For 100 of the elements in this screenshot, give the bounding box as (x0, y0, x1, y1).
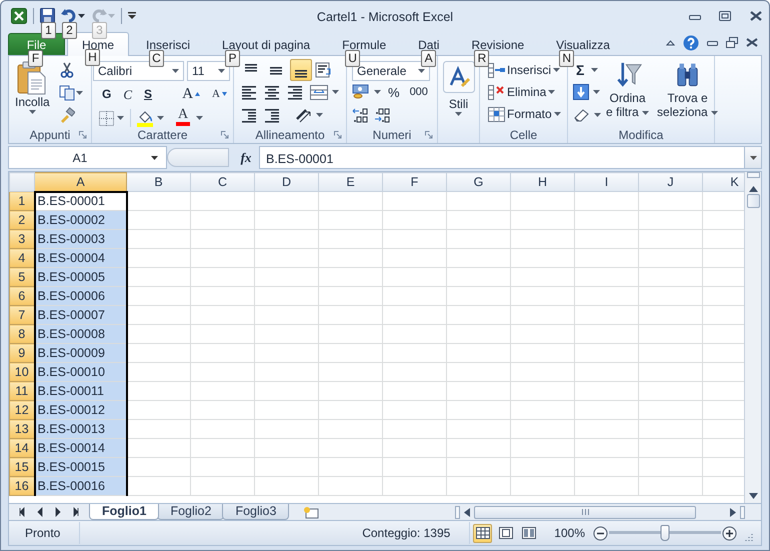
row-header[interactable]: 16 (10, 476, 34, 496)
collapse-ribbon-icon[interactable] (666, 40, 675, 46)
merge-cells-icon[interactable] (310, 84, 328, 100)
split-handle-icon[interactable] (740, 506, 745, 518)
wrap-text-icon[interactable] (315, 62, 332, 78)
table-cell[interactable]: B.ES-00004 (34, 248, 126, 268)
restore-icon[interactable] (726, 37, 738, 48)
save-icon[interactable] (40, 8, 55, 23)
insert-function-button[interactable]: fx (235, 146, 257, 169)
dialog-launcher-icon[interactable] (221, 131, 229, 139)
row-header[interactable]: 6 (10, 286, 34, 306)
expand-formula-bar-button[interactable] (745, 146, 762, 169)
help-icon[interactable] (683, 34, 699, 50)
table-cell[interactable]: B.ES-00009 (34, 344, 126, 362)
row-header[interactable]: 1 (10, 192, 34, 210)
increase-indent-icon[interactable] (264, 106, 280, 123)
align-left-icon[interactable] (241, 84, 257, 100)
undo-icon[interactable] (61, 8, 77, 23)
row-header[interactable]: 12 (10, 400, 34, 420)
column-header[interactable]: I (574, 172, 638, 192)
table-cell[interactable]: B.ES-00012 (34, 400, 126, 420)
minimize-icon[interactable] (707, 40, 718, 46)
copy-icon[interactable] (58, 84, 75, 100)
table-cell[interactable]: B.ES-00007 (34, 306, 126, 324)
view-button[interactable] (473, 524, 492, 542)
row-header[interactable]: 5 (10, 268, 34, 286)
column-header[interactable]: F (382, 172, 446, 192)
row-header[interactable]: 7 (10, 306, 34, 324)
number-format-dropdown[interactable]: Generale (352, 61, 430, 81)
sheet-tab[interactable]: Foglio1 (89, 504, 160, 520)
row-header[interactable]: 8 (10, 324, 34, 344)
font-color-button[interactable]: A (173, 107, 194, 129)
find-select-button[interactable]: Trova e seleziona (654, 59, 722, 126)
thousands-separator-button[interactable]: 000 (406, 81, 431, 104)
column-header[interactable]: G (446, 172, 510, 192)
table-cell[interactable]: B.ES-00015 (34, 458, 126, 476)
column-header[interactable]: J (638, 172, 702, 192)
scroll-down-icon[interactable] (748, 493, 758, 499)
scroll-thumb[interactable] (474, 506, 696, 518)
dialog-launcher-icon[interactable] (425, 131, 433, 139)
row-header[interactable]: 4 (10, 248, 34, 268)
font-size-dropdown[interactable]: 11 (187, 61, 230, 81)
sheet-tab[interactable]: Foglio3 (222, 504, 290, 520)
align-center-icon[interactable] (264, 84, 280, 100)
sort-filter-button[interactable]: Ordina e filtra (603, 59, 652, 126)
column-header[interactable]: B (126, 172, 190, 192)
decrease-decimal-icon[interactable] (374, 106, 392, 123)
row-header[interactable]: 9 (10, 344, 34, 362)
table-cell[interactable]: B.ES-00016 (34, 476, 126, 496)
scissors-icon[interactable] (58, 62, 75, 78)
column-header[interactable]: E (318, 172, 382, 192)
zoom-level[interactable]: 100% (554, 524, 585, 542)
fill-color-icon[interactable] (137, 110, 154, 126)
column-header[interactable]: H (510, 172, 574, 192)
table-cell[interactable]: B.ES-00006 (34, 286, 126, 306)
table-cell[interactable]: B.ES-00013 (34, 420, 126, 438)
column-header[interactable]: C (190, 172, 254, 192)
table-cell[interactable]: B.ES-00010 (34, 362, 126, 382)
split-handle-icon[interactable] (455, 506, 460, 518)
table-cell[interactable]: B.ES-00008 (34, 324, 126, 344)
row-header[interactable]: 3 (10, 230, 34, 248)
currency-icon[interactable] (352, 84, 370, 100)
scroll-left-icon[interactable] (464, 508, 470, 516)
column-header[interactable]: K (702, 172, 744, 192)
column-header[interactable]: A (34, 172, 126, 192)
name-box[interactable]: A1 (8, 146, 167, 169)
dialog-launcher-icon[interactable] (334, 131, 342, 139)
close-icon[interactable] (749, 10, 763, 20)
row-header[interactable]: 13 (10, 420, 34, 438)
scroll-right-icon[interactable] (730, 508, 736, 516)
resize-grip-icon[interactable] (745, 533, 753, 541)
row-header[interactable]: 2 (10, 210, 34, 230)
grow-font-button[interactable]: A (179, 83, 204, 105)
dialog-launcher-icon[interactable] (79, 131, 87, 139)
percent-button[interactable]: % (385, 81, 403, 104)
table-cell[interactable]: B.ES-00002 (34, 210, 126, 230)
bold-button[interactable]: G (99, 83, 114, 105)
text-orientation-icon[interactable] (295, 106, 312, 123)
align-right-icon[interactable] (287, 84, 303, 100)
table-cell[interactable]: B.ES-00003 (34, 230, 126, 248)
format-painter-icon[interactable] (58, 107, 75, 124)
zoom-in-icon[interactable] (722, 526, 737, 540)
row-header[interactable]: 15 (10, 458, 34, 476)
maximize-icon[interactable] (719, 10, 731, 20)
split-handle-icon[interactable] (746, 172, 760, 178)
table-cell[interactable]: B.ES-00001 (34, 192, 126, 210)
close-icon[interactable] (746, 38, 758, 47)
fill-down-icon[interactable] (573, 84, 589, 100)
table-cell[interactable]: B.ES-00011 (34, 382, 126, 400)
table-cell[interactable]: B.ES-00005 (34, 268, 126, 286)
column-header[interactable]: D (254, 172, 318, 192)
underline-button[interactable]: S (141, 83, 156, 105)
row-header[interactable]: 10 (10, 362, 34, 382)
cells-menu-button[interactable]: Formato (485, 103, 564, 125)
shrink-font-button[interactable]: A (209, 83, 230, 105)
eraser-icon[interactable] (573, 108, 590, 122)
formula-input[interactable]: B.ES-00001 (259, 146, 745, 169)
increase-decimal-icon[interactable] (352, 106, 370, 123)
sheet-nav-icon[interactable] (71, 507, 81, 517)
cells-menu-button[interactable]: Elimina (485, 81, 564, 103)
